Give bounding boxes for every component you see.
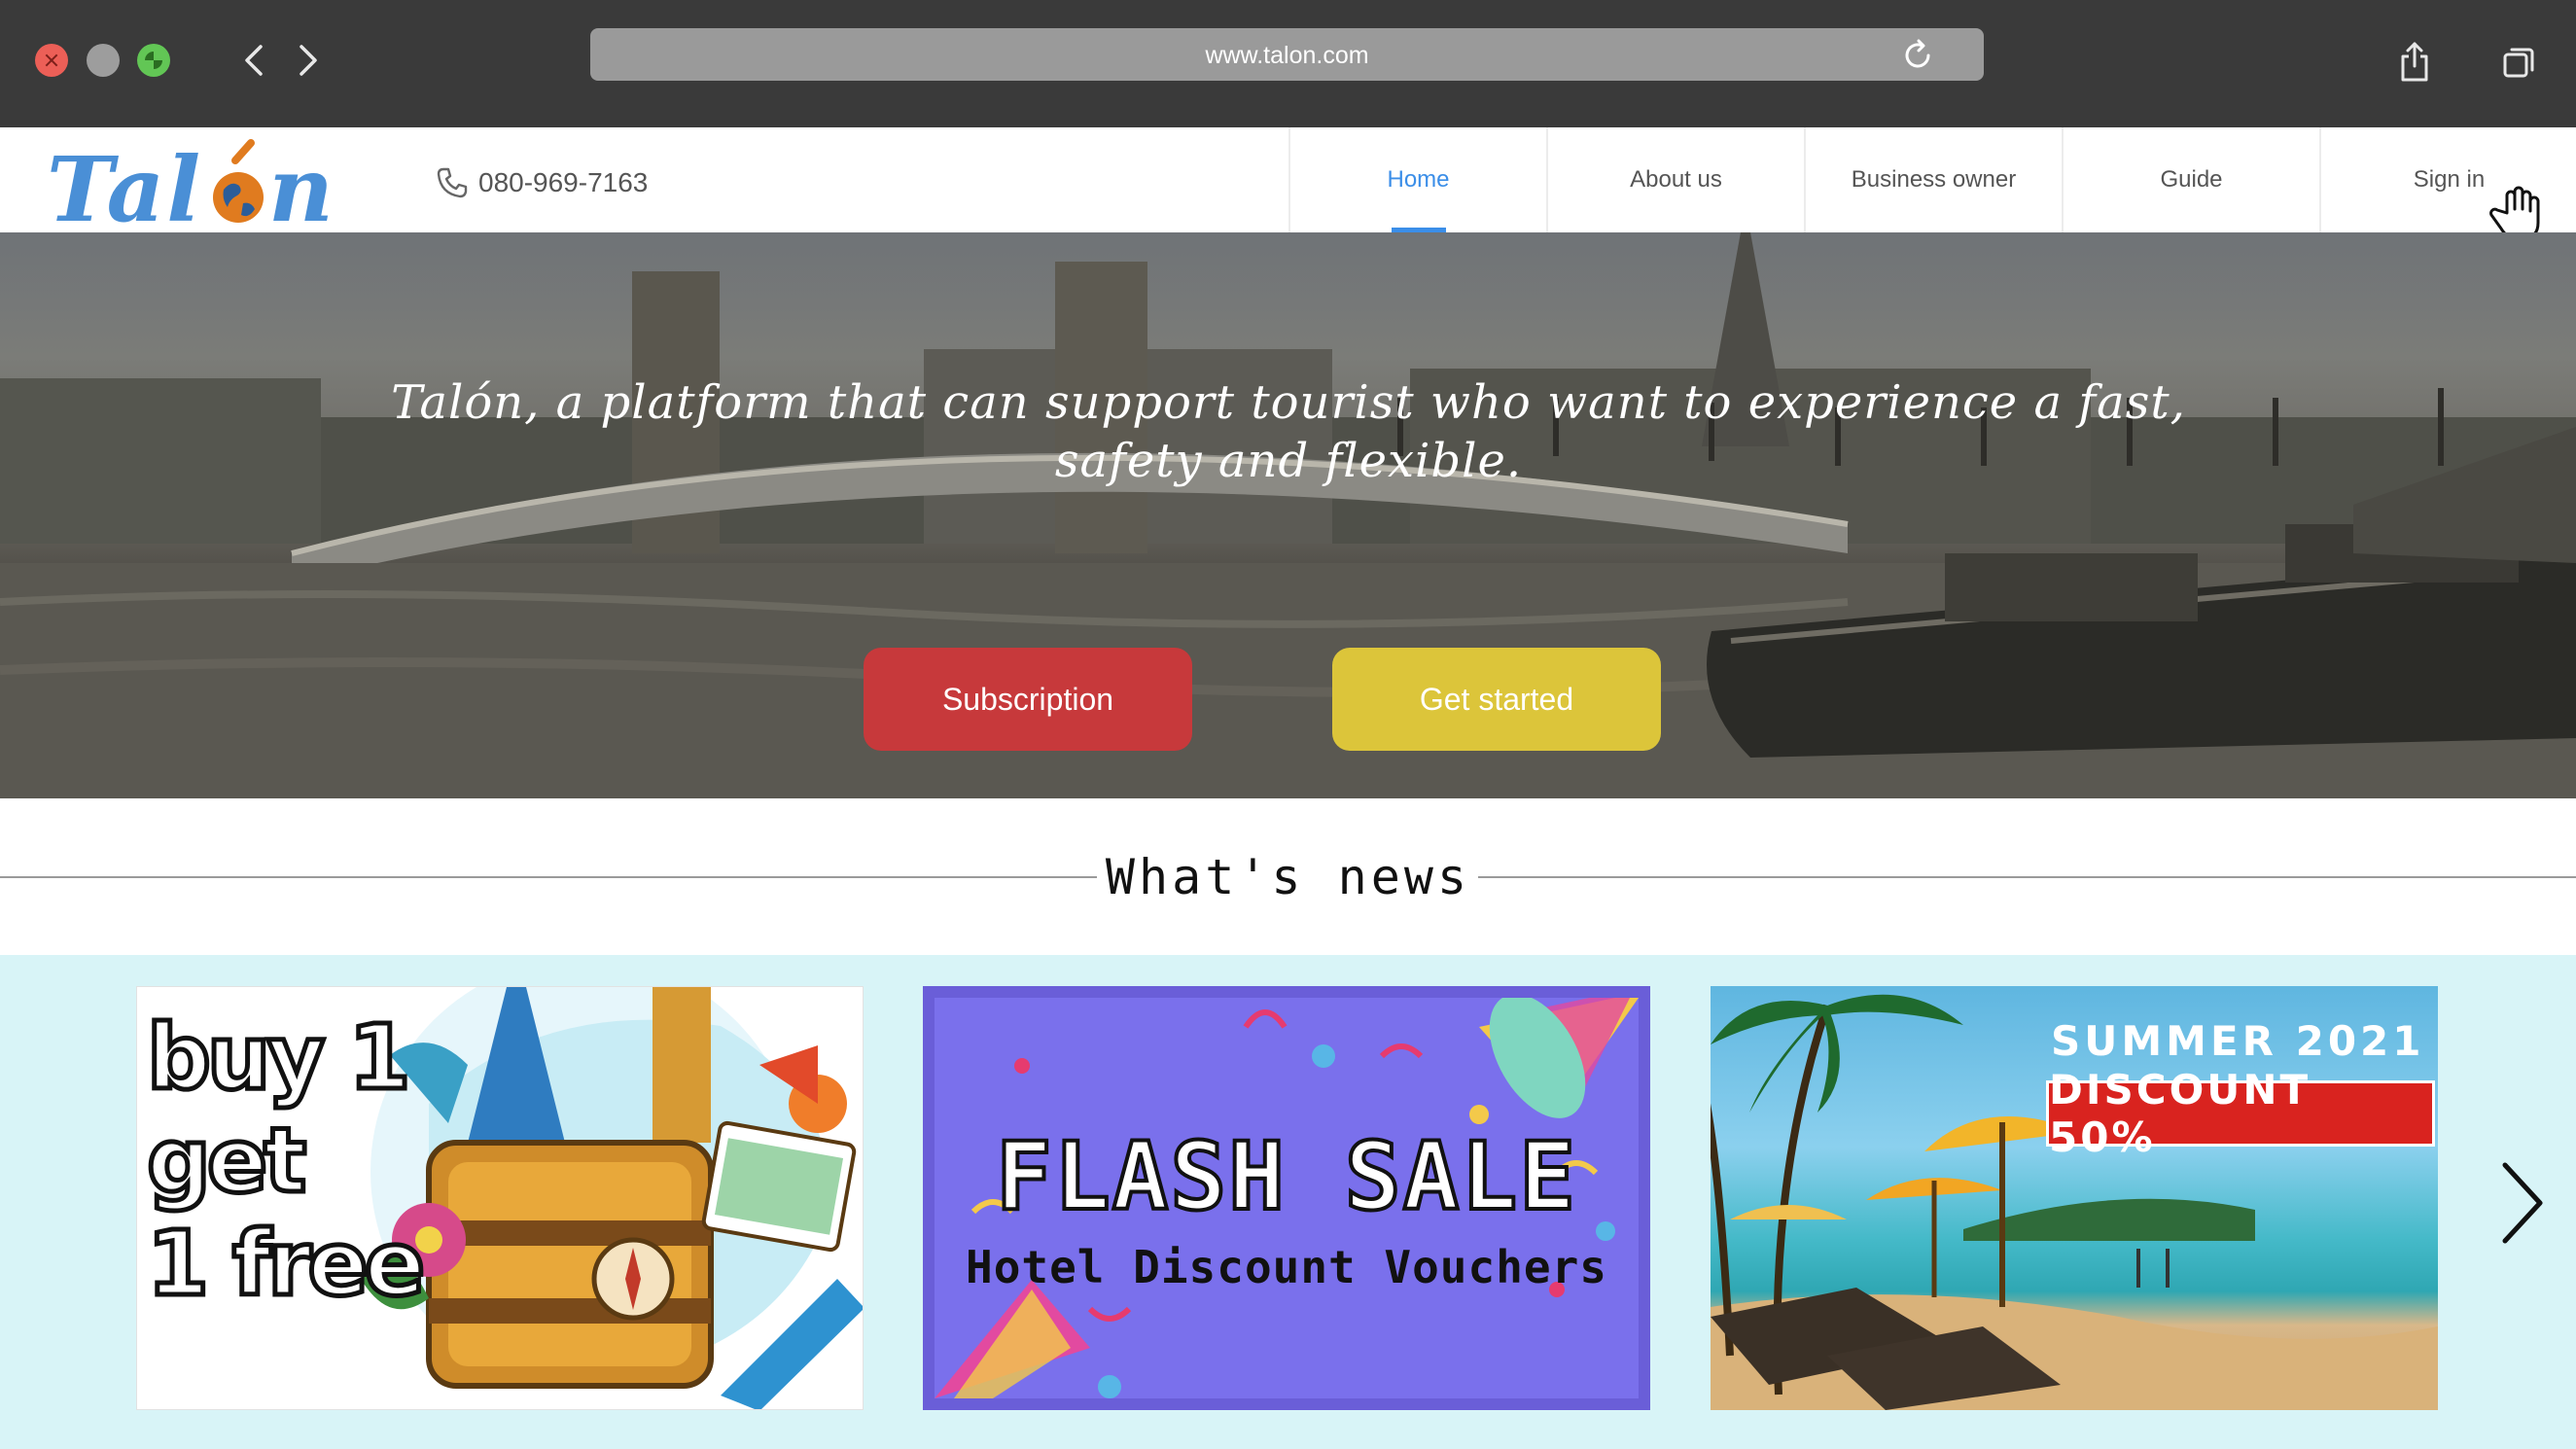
nav-guide[interactable]: Guide (2062, 127, 2319, 232)
news-carousel: buy 1 get 1 free FLASH SALE Hotel Discou… (0, 955, 2576, 1449)
get-started-button[interactable]: Get started (1332, 648, 1661, 751)
promo-line-2: get (144, 1107, 308, 1215)
news-title: What's news (1105, 849, 1471, 905)
news-card-summer-discount[interactable]: SUMMER 2021 DISCOUNT 50% (1711, 986, 2438, 1410)
minimize-icon[interactable] (87, 44, 120, 77)
news-card-buy1get1[interactable]: buy 1 get 1 free (136, 986, 864, 1410)
promo-line-1: buy 1 (144, 1004, 412, 1112)
phone-number: 080-969-7163 (478, 167, 649, 197)
hero-banner: Talón, a platform that can support touri… (0, 232, 2576, 798)
tabs-icon[interactable] (2500, 43, 2539, 82)
news-section-header: What's news (0, 798, 2576, 955)
address-bar[interactable]: www.talon.com (590, 28, 1984, 81)
browser-toolbar: www.talon.com (0, 0, 2576, 127)
discount-badge: DISCOUNT 50% (2046, 1066, 2435, 1161)
flash-sale-subtitle: Hotel Discount Vouchers (966, 1241, 1607, 1293)
talon-logo[interactable]: Tal n (43, 139, 354, 231)
close-icon[interactable] (35, 44, 68, 77)
nav-about-us[interactable]: About us (1546, 127, 1804, 232)
phone-icon (437, 167, 468, 198)
url-text: www.talon.com (1205, 42, 1369, 69)
svg-text:Tal: Tal (47, 139, 202, 231)
chevron-right-icon[interactable] (2497, 1159, 2546, 1247)
main-nav: Home About us Business owner Guide Sign … (1288, 127, 2576, 232)
flash-sale-title: FLASH SALE (994, 1120, 1577, 1233)
phone-contact: 080-969-7163 (436, 166, 648, 199)
site-header: Tal n 080-969-7163 Home About us Busines… (0, 127, 2576, 232)
buy1get1-text: buy 1 get 1 free (144, 1004, 427, 1318)
paris-bridge-photo (0, 232, 2576, 798)
share-icon[interactable] (2397, 39, 2432, 84)
fullscreen-icon[interactable] (137, 44, 170, 77)
promo-line-3: 1 free (144, 1210, 427, 1318)
subscription-button[interactable]: Subscription (864, 648, 1192, 751)
reload-icon[interactable] (1900, 38, 1935, 73)
back-icon[interactable] (235, 41, 274, 80)
nav-home[interactable]: Home (1288, 127, 1546, 232)
news-card-flash-sale[interactable]: FLASH SALE Hotel Discount Vouchers (923, 986, 1650, 1410)
svg-text:n: n (268, 139, 334, 231)
forward-icon[interactable] (288, 41, 327, 80)
nav-business-owner[interactable]: Business owner (1804, 127, 2062, 232)
summer-title: SUMMER 2021 (2051, 1017, 2425, 1065)
hero-headline: Talón, a platform that can support touri… (391, 375, 2186, 488)
